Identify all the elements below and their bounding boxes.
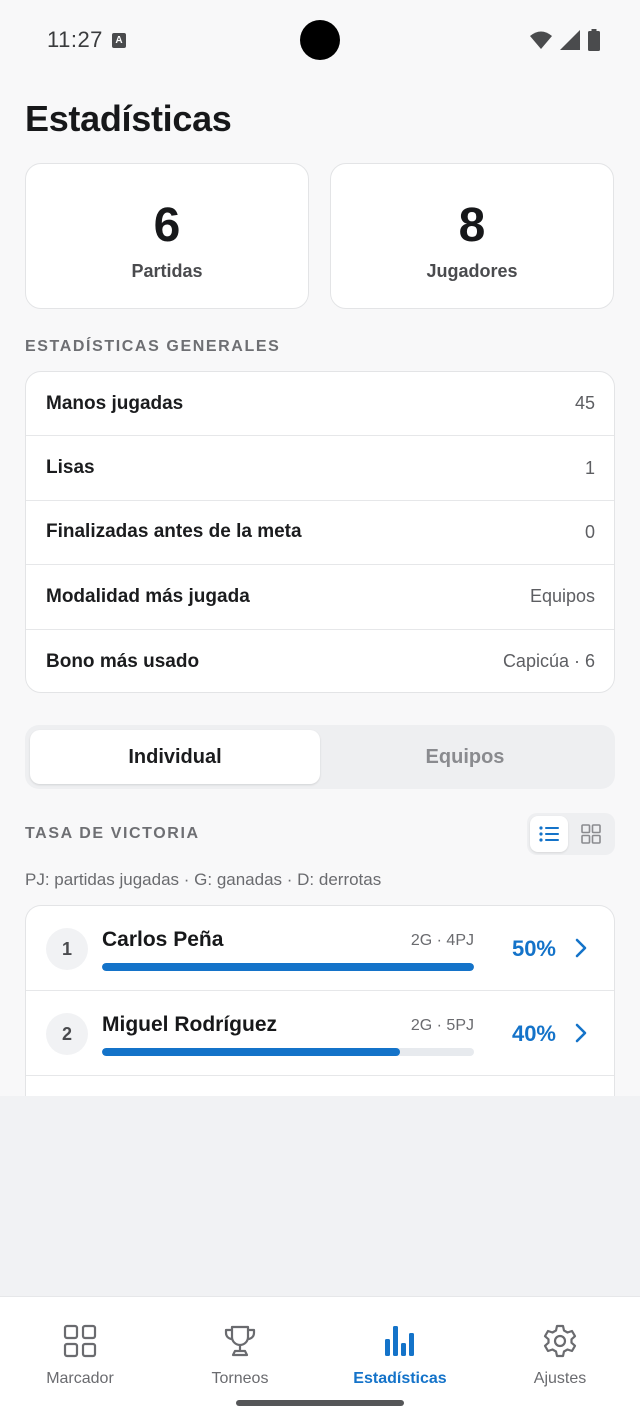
nav-label: Estadísticas bbox=[353, 1370, 447, 1387]
stat-value: 0 bbox=[584, 521, 595, 542]
grid-view-button[interactable] bbox=[572, 816, 610, 852]
status-bar: 11:27 A bbox=[0, 0, 640, 80]
player-row[interactable]: 2 Miguel Rodríguez 2G · 5PJ 40% bbox=[26, 991, 614, 1076]
view-toggle bbox=[527, 813, 615, 855]
win-rate-percent: 50% bbox=[511, 936, 556, 961]
stat-label: Manos jugadas bbox=[46, 392, 184, 414]
player-name: Miguel Rodríguez bbox=[102, 1013, 277, 1036]
list-view-button[interactable] bbox=[530, 816, 568, 852]
player-name: Carlos Peña bbox=[102, 928, 224, 951]
stat-row-hands: Manos jugadas 45 bbox=[26, 372, 614, 437]
player-record: 2G · 5PJ bbox=[410, 1017, 474, 1034]
stat-label: Lisas bbox=[46, 457, 95, 479]
games-count: 6 bbox=[153, 199, 181, 252]
win-rate-bar-fill bbox=[102, 1048, 400, 1056]
rank-badge: 1 bbox=[46, 928, 88, 970]
trophy-icon bbox=[224, 1325, 256, 1357]
stat-value: Capicúa · 6 bbox=[502, 651, 595, 672]
tab-individual[interactable]: Individual bbox=[30, 730, 320, 784]
win-rate-percent: 40% bbox=[511, 1021, 556, 1046]
players-summary-card: 8 Jugadores bbox=[330, 163, 614, 309]
nav-label: Torneos bbox=[211, 1370, 269, 1387]
general-stats-heading: ESTADÍSTICAS GENERALES bbox=[25, 338, 281, 355]
win-rate-bar bbox=[102, 963, 474, 971]
rank-badge: 2 bbox=[46, 1013, 88, 1055]
stat-row-lisas: Lisas 1 bbox=[26, 436, 614, 501]
win-rate-bar-fill bbox=[102, 963, 474, 971]
nav-label: Ajustes bbox=[533, 1370, 587, 1387]
home-indicator bbox=[236, 1400, 404, 1406]
games-summary-card: 6 Partidas bbox=[25, 163, 309, 309]
chevron-right-icon bbox=[575, 1023, 587, 1043]
stat-label: Modalidad más jugada bbox=[46, 585, 250, 607]
status-time: 11:27 bbox=[47, 27, 103, 52]
notification-icon: A bbox=[112, 33, 126, 48]
players-label: Jugadores bbox=[426, 261, 518, 281]
players-count: 8 bbox=[458, 199, 486, 252]
stat-value: 45 bbox=[574, 393, 595, 414]
win-rate-heading: TASA DE VICTORIA bbox=[25, 825, 200, 842]
nav-label: Marcador bbox=[46, 1370, 114, 1387]
player-record: 2G · 4PJ bbox=[410, 932, 474, 949]
page-title: Estadísticas bbox=[25, 98, 232, 139]
bar-chart-icon bbox=[385, 1326, 414, 1356]
stat-row-mode: Modalidad más jugada Equipos bbox=[26, 565, 614, 630]
win-rate-list: 1 Carlos Peña 2G · 4PJ 50% 2 Miguel Rodr… bbox=[25, 905, 615, 1096]
stat-label: Finalizadas antes de la meta bbox=[46, 521, 302, 543]
general-stats-card: Manos jugadas 45 Lisas 1 Finalizadas ant… bbox=[25, 371, 615, 693]
gear-icon bbox=[543, 1324, 577, 1358]
games-label: Partidas bbox=[131, 261, 203, 281]
signal-icon bbox=[560, 30, 580, 50]
mode-segmented-control: Individual Equipos bbox=[25, 725, 615, 789]
stat-row-bonus: Bono más usado Capicúa · 6 bbox=[26, 630, 614, 692]
grid-icon bbox=[581, 824, 601, 844]
win-rate-legend: PJ: partidas jugadas · G: ganadas · D: d… bbox=[25, 870, 382, 889]
tab-teams[interactable]: Equipos bbox=[320, 730, 610, 784]
stat-row-early-finish: Finalizadas antes de la meta 0 bbox=[26, 501, 614, 566]
player-row[interactable]: 1 Carlos Peña 2G · 4PJ 50% bbox=[26, 906, 614, 991]
grid-icon bbox=[63, 1324, 97, 1358]
stat-label: Bono más usado bbox=[46, 650, 200, 672]
wifi-icon bbox=[530, 31, 552, 49]
battery-icon bbox=[588, 29, 600, 51]
nav-item-ajustes[interactable]: Ajustes bbox=[480, 1297, 640, 1422]
status-icons bbox=[530, 28, 600, 52]
stat-value: 1 bbox=[584, 457, 595, 478]
camera-cutout bbox=[300, 20, 340, 60]
win-rate-bar bbox=[102, 1048, 474, 1056]
list-icon bbox=[539, 826, 559, 842]
nav-item-marcador[interactable]: Marcador bbox=[0, 1297, 160, 1422]
stat-value: Equipos bbox=[529, 586, 595, 607]
chevron-right-icon bbox=[575, 938, 587, 958]
